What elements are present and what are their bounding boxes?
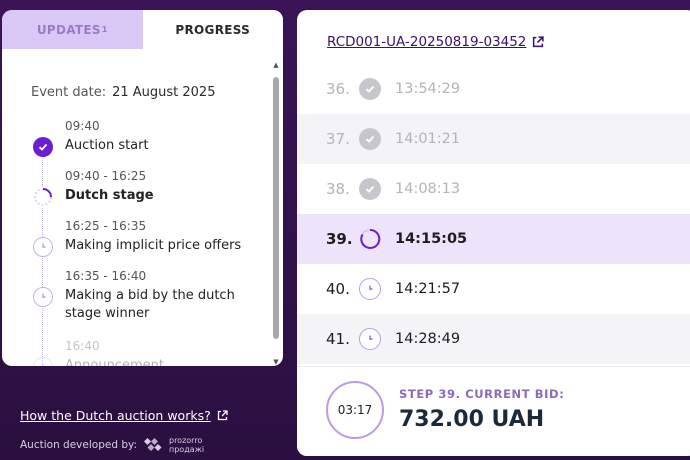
tab-updates-badge: 1	[101, 25, 108, 34]
step-row: 36. 13:54:29	[297, 64, 690, 114]
step-row-current: 39. 14:15:05	[297, 214, 690, 264]
logo-line-1: prozorro	[168, 436, 203, 445]
countdown-timer: 03:17	[326, 381, 384, 439]
logo-line-2: продажі	[168, 445, 205, 454]
steps-list: 36. 13:54:29 37. 14:01:21 38. 14:08:13 3…	[297, 64, 690, 364]
prozorro-logo-text[interactable]: prozorro продажі	[169, 436, 204, 454]
timeline-time: 16:35 - 16:40	[65, 269, 147, 283]
check-icon	[359, 128, 381, 150]
tab-progress-label: PROGRESS	[175, 22, 251, 37]
step-time: 14:21:57	[395, 281, 461, 297]
clock-icon	[33, 357, 53, 366]
scrollbar[interactable]: ▲ ▼	[272, 61, 280, 366]
developer-credit: Auction developed by: prozorro продажі	[20, 436, 204, 454]
tab-updates[interactable]: UPDATES 1	[2, 10, 143, 49]
event-date: Event date: 21 August 2025	[31, 85, 215, 100]
timeline-time: 16:40	[65, 339, 100, 353]
clock-icon	[33, 287, 53, 307]
step-row: 38. 14:08:13	[297, 164, 690, 214]
step-number: 39.	[326, 230, 353, 248]
clock-icon	[33, 237, 53, 257]
progress-ring-icon	[33, 187, 53, 207]
step-number: 37.	[326, 130, 350, 148]
clock-icon	[359, 328, 381, 350]
external-link-icon	[533, 36, 545, 48]
step-number: 41.	[326, 330, 350, 348]
current-bid-label: STEP 39. CURRENT BID:	[399, 387, 565, 401]
scrollbar-thumb[interactable]	[273, 77, 279, 339]
timeline-title: Making a bid by the dutch stage winner	[65, 288, 235, 321]
step-time: 14:28:49	[395, 331, 461, 347]
current-bid-box: 03:17 STEP 39. CURRENT BID: 732.00 UAH	[297, 366, 690, 456]
timeline-title: Announcement	[65, 358, 164, 366]
prozorro-logo-icon[interactable]	[143, 437, 163, 453]
timeline-title: Dutch stage	[65, 188, 154, 203]
step-number: 36.	[326, 80, 350, 98]
step-time: 13:54:29	[395, 81, 461, 97]
tab-updates-label: UPDATES	[36, 22, 101, 37]
check-icon	[359, 178, 381, 200]
timeline-time: 09:40 - 16:25	[65, 169, 147, 183]
clock-icon	[359, 278, 381, 300]
how-dutch-auction-link[interactable]: How the Dutch auction works?	[20, 408, 228, 423]
check-icon	[359, 78, 381, 100]
timeline-title: Making implicit price offers	[65, 238, 242, 253]
external-link-icon	[217, 410, 228, 421]
timeline-time: 16:25 - 16:35	[65, 219, 147, 233]
progress-ring-icon	[359, 228, 381, 250]
auction-id: RCD001-UA-20250819-03452	[327, 34, 527, 50]
developer-credit-label: Auction developed by:	[20, 439, 137, 451]
step-time: 14:01:21	[395, 131, 461, 147]
how-dutch-auction-label: How the Dutch auction works?	[20, 408, 211, 423]
step-row: 41. 14:28:49	[297, 314, 690, 364]
auction-id-link[interactable]: RCD001-UA-20250819-03452	[327, 34, 545, 50]
scroll-up-arrow-icon[interactable]: ▲	[272, 61, 280, 69]
timeline-time: 09:40	[65, 119, 100, 133]
scroll-down-arrow-icon[interactable]: ▼	[272, 358, 280, 366]
tab-progress[interactable]: PROGRESS	[142, 10, 283, 49]
step-row: 37. 14:01:21	[297, 114, 690, 164]
auction-steps-panel: RCD001-UA-20250819-03452 36. 13:54:29 37…	[297, 10, 690, 456]
event-date-label: Event date:	[31, 85, 107, 100]
step-row: 40. 14:21:57	[297, 264, 690, 314]
progress-panel: UPDATES 1 PROGRESS Event date: 21 August 2…	[2, 10, 283, 366]
current-bid-value: 732.00 UAH	[399, 407, 545, 432]
step-number: 40.	[326, 280, 350, 298]
step-number: 38.	[326, 180, 350, 198]
step-time: 14:08:13	[395, 181, 461, 197]
tabs: UPDATES 1 PROGRESS	[2, 10, 283, 49]
progress-content: Event date: 21 August 2025 09:40 Auction …	[2, 49, 283, 366]
event-date-value: 21 August 2025	[112, 85, 216, 100]
step-time: 14:15:05	[395, 231, 468, 247]
check-icon	[33, 137, 53, 157]
timeline-title: Auction start	[65, 138, 149, 153]
